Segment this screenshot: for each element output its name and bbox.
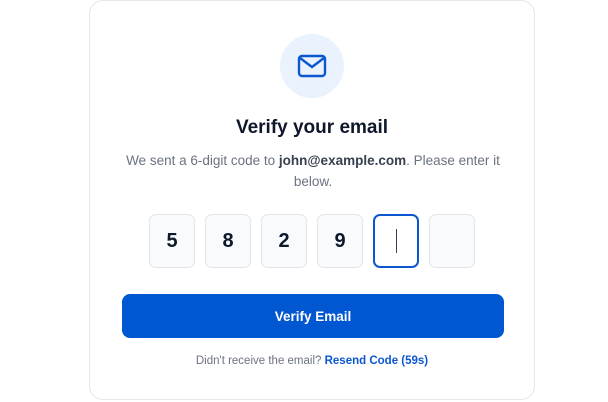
code-digit-5[interactable] — [373, 214, 419, 268]
verify-email-button[interactable]: Verify Email — [122, 294, 504, 338]
instructions-prefix: We sent a 6-digit code to — [126, 153, 279, 168]
resend-code-link[interactable]: Resend Code (59s) — [325, 355, 429, 367]
page-title: Verify your email — [235, 117, 389, 138]
instructions-text: We sent a 6-digit code to john@example.c… — [118, 150, 508, 192]
resend-prompt: Didn't receive the email? — [195, 355, 322, 367]
code-digit-6[interactable] — [429, 214, 475, 268]
resend-row: Didn't receive the email? Resend Code (5… — [90, 355, 534, 367]
mail-icon-badge — [280, 34, 344, 98]
email-address: john@example.com — [278, 153, 407, 168]
code-digit-4[interactable]: 9 — [317, 214, 363, 268]
code-input-group: 5 8 2 9 — [149, 214, 479, 270]
text-caret — [395, 229, 397, 253]
verify-email-card: Verify your email We sent a 6-digit code… — [89, 0, 535, 400]
code-digit-1[interactable]: 5 — [149, 214, 195, 268]
code-digit-3[interactable]: 2 — [261, 214, 307, 268]
mail-icon — [297, 54, 327, 78]
code-digit-2[interactable]: 8 — [205, 214, 251, 268]
